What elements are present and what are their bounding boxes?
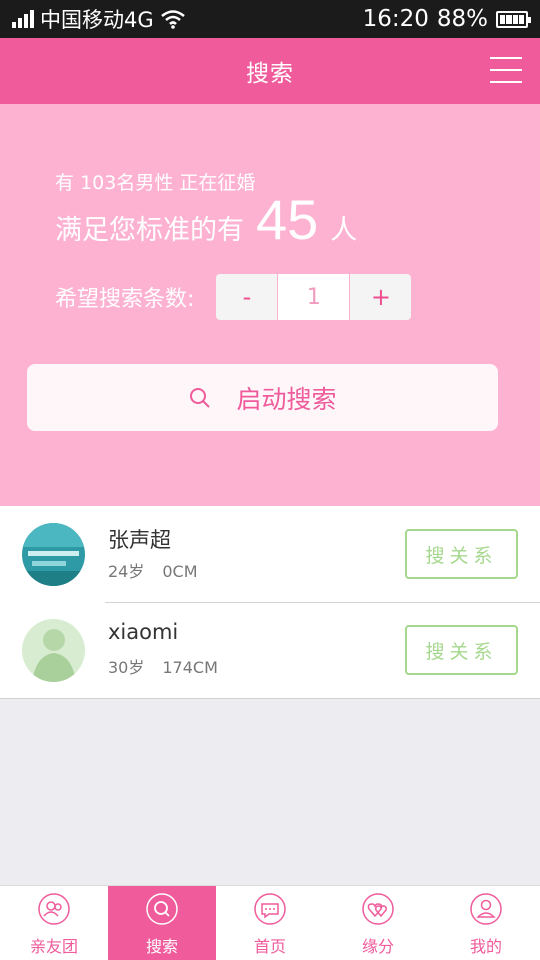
increment-button[interactable]: + bbox=[350, 274, 411, 320]
result-count-row: 希望搜索条数: - 1 + bbox=[55, 274, 412, 320]
decrement-button[interactable]: - bbox=[216, 274, 277, 320]
user-name: 张声超 bbox=[108, 528, 171, 552]
tab-label: 搜索 bbox=[145, 937, 178, 956]
group-icon bbox=[38, 893, 70, 925]
user-age: 30岁 bbox=[108, 658, 145, 677]
tab-fate[interactable]: 缘分 bbox=[324, 886, 432, 960]
result-count-label: 希望搜索条数: bbox=[55, 287, 195, 312]
user-height: 174CM bbox=[162, 658, 218, 677]
result-list: 张声超 24岁 0CM 搜关系 xiaomi 30岁 174CM 搜关系 bbox=[0, 506, 540, 699]
list-item[interactable]: xiaomi 30岁 174CM 搜关系 bbox=[0, 602, 540, 698]
search-summary-panel: 有 103名男性 正在征婚 满足您标准的有 45 人 希望搜索条数: - 1 +… bbox=[0, 104, 540, 506]
menu-icon[interactable] bbox=[490, 57, 522, 83]
tab-search[interactable]: 搜索 bbox=[108, 886, 216, 960]
result-count-input[interactable]: 1 bbox=[277, 274, 351, 320]
match-count: 45 bbox=[256, 188, 319, 251]
chat-bubble-icon bbox=[254, 893, 286, 925]
tab-label: 亲友团 bbox=[29, 937, 78, 956]
search-icon bbox=[146, 893, 178, 925]
search-relation-button[interactable]: 搜关系 bbox=[405, 625, 518, 675]
carrier-label: 中国移动4G bbox=[40, 8, 154, 32]
hearts-icon bbox=[362, 893, 394, 925]
search-icon bbox=[190, 387, 211, 408]
start-search-button[interactable]: 启动搜索 bbox=[27, 364, 498, 431]
user-age: 24岁 bbox=[108, 562, 145, 581]
signal-icon bbox=[12, 10, 34, 28]
user-name: xiaomi bbox=[108, 620, 179, 644]
avatar bbox=[22, 619, 85, 682]
battery-icon bbox=[496, 10, 531, 28]
search-relation-button[interactable]: 搜关系 bbox=[405, 529, 518, 579]
user-info: 30岁 174CM bbox=[108, 654, 218, 678]
page-title: 搜索 bbox=[246, 61, 294, 87]
clock: 16:20 bbox=[362, 6, 429, 32]
battery-percent: 88% bbox=[436, 6, 488, 32]
match-count-text: 满足您标准的有 45 人 bbox=[55, 188, 358, 251]
profile-icon bbox=[470, 893, 502, 925]
user-height: 0CM bbox=[162, 562, 198, 581]
list-item[interactable]: 张声超 24岁 0CM 搜关系 bbox=[0, 506, 540, 602]
bottom-tab-bar: 亲友团 搜索 首页 缘分 我的 bbox=[0, 885, 540, 960]
tab-label: 缘分 bbox=[361, 937, 394, 956]
wifi-icon bbox=[160, 10, 185, 29]
start-search-label: 启动搜索 bbox=[236, 384, 337, 414]
app-bar: 搜索 bbox=[0, 38, 540, 104]
tab-mine[interactable]: 我的 bbox=[432, 886, 540, 960]
tab-home[interactable]: 首页 bbox=[216, 886, 324, 960]
avatar bbox=[22, 523, 85, 586]
user-info: 24岁 0CM bbox=[108, 558, 198, 582]
tab-friends[interactable]: 亲友团 bbox=[0, 886, 108, 960]
tab-label: 我的 bbox=[469, 937, 502, 956]
status-bar: 中国移动4G 16:20 88% bbox=[0, 0, 540, 38]
result-count-stepper: - 1 + bbox=[216, 274, 412, 320]
tab-label: 首页 bbox=[253, 937, 286, 956]
